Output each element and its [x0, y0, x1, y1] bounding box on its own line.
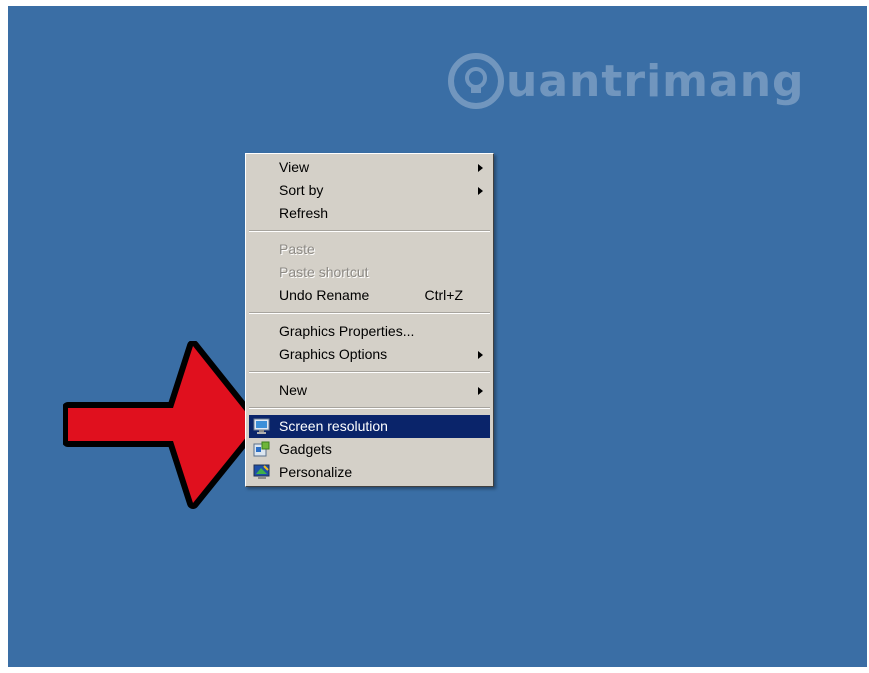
menu-item-label: Graphics Properties...: [279, 323, 415, 339]
menu-item-view[interactable]: View: [249, 156, 490, 179]
monitor-icon: [253, 418, 271, 435]
menu-item-paste: Paste: [249, 238, 490, 261]
submenu-arrow-icon: [478, 164, 483, 172]
menu-item-refresh[interactable]: Refresh: [249, 202, 490, 225]
submenu-arrow-icon: [478, 387, 483, 395]
menu-item-label: Undo Rename: [279, 287, 370, 303]
menu-item-new[interactable]: New: [249, 379, 490, 402]
menu-item-label: Paste shortcut: [279, 264, 369, 280]
submenu-arrow-icon: [478, 187, 483, 195]
menu-item-label: Gadgets: [279, 441, 332, 457]
personalize-icon: [253, 464, 271, 481]
menu-item-label: Refresh: [279, 205, 329, 221]
menu-separator: [249, 407, 490, 409]
menu-item-label: Paste: [279, 241, 315, 257]
menu-item-label: Graphics Options: [279, 346, 388, 362]
red-arrow-icon: [62, 340, 273, 516]
menu-item-label: Sort by: [279, 182, 324, 198]
watermark: uantrimang: [448, 46, 805, 116]
menu-item-sort-by[interactable]: Sort by: [249, 179, 490, 202]
menu-item-label: Screen resolution: [279, 418, 388, 434]
watermark-text: uantrimang: [506, 55, 805, 107]
menu-item-graphics-properties[interactable]: Graphics Properties...: [249, 320, 490, 343]
menu-item-label: New: [279, 382, 308, 398]
menu-item-personalize[interactable]: Personalize: [249, 461, 490, 484]
context-menu: View Sort by Refresh Paste Paste shortcu…: [245, 153, 494, 487]
submenu-arrow-icon: [478, 351, 483, 359]
menu-item-paste-shortcut: Paste shortcut: [249, 261, 490, 284]
menu-separator: [249, 230, 490, 232]
menu-item-label: Personalize: [279, 464, 353, 480]
lightbulb-icon: [448, 53, 504, 109]
menu-item-graphics-options[interactable]: Graphics Options: [249, 343, 490, 366]
menu-item-gadgets[interactable]: Gadgets: [249, 438, 490, 461]
menu-separator: [249, 371, 490, 373]
menu-item-screen-resolution[interactable]: Screen resolution: [249, 415, 490, 438]
gadgets-icon: [253, 441, 271, 458]
menu-item-label: View: [279, 159, 310, 175]
menu-item-shortcut: Ctrl+Z: [424, 287, 464, 303]
menu-separator: [249, 312, 490, 314]
menu-item-undo-rename[interactable]: Undo Rename Ctrl+Z: [249, 284, 490, 307]
